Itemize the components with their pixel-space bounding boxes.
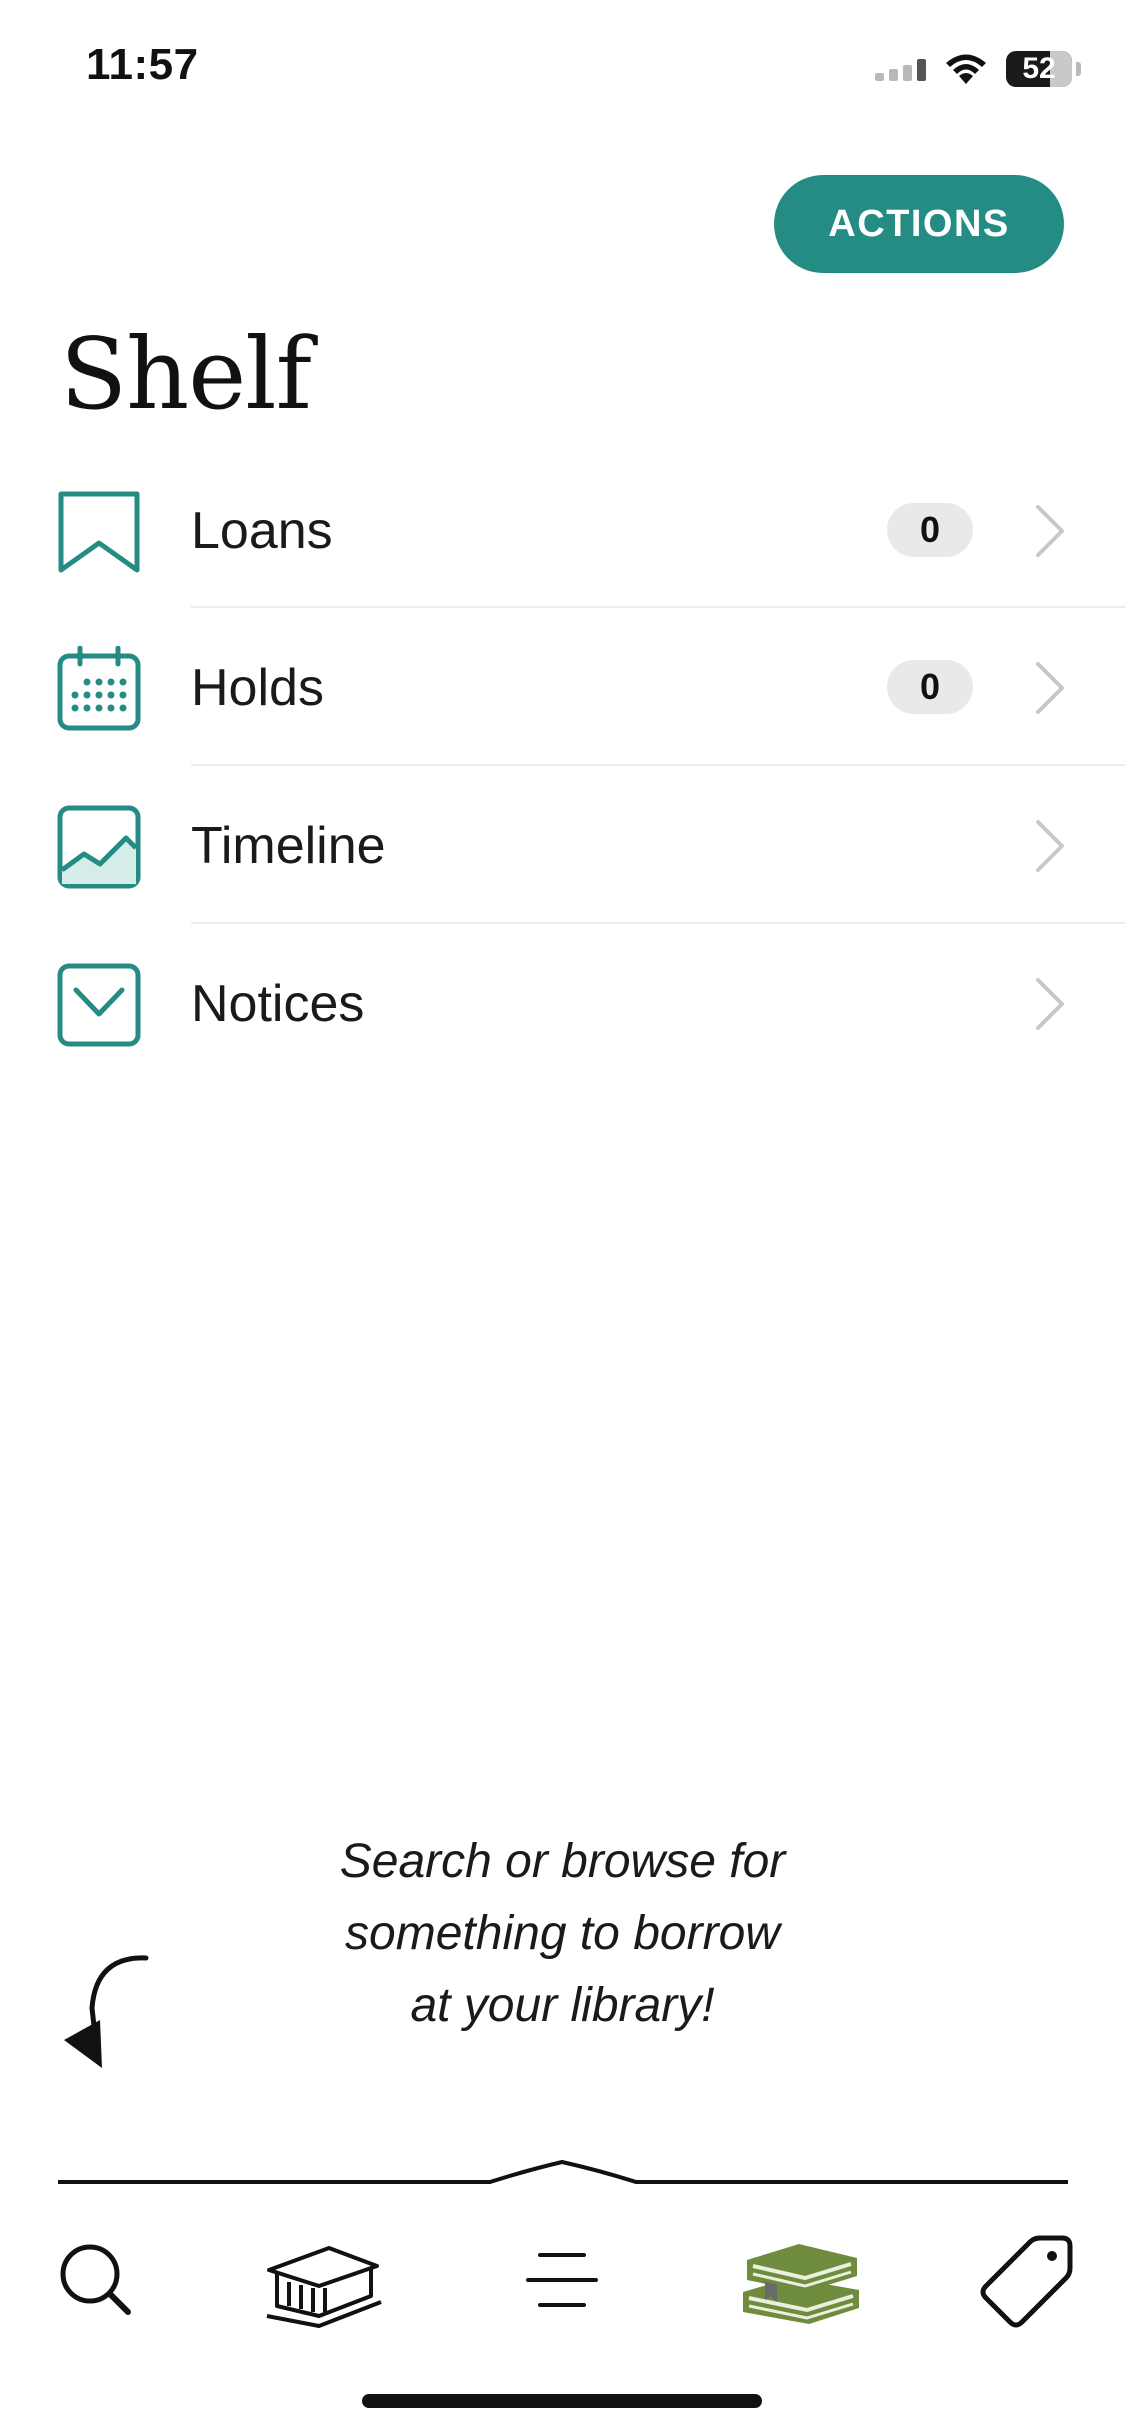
battery-icon: 52 bbox=[1006, 51, 1072, 87]
tab-search[interactable] bbox=[26, 2220, 166, 2340]
loans-count-badge: 0 bbox=[887, 503, 973, 557]
shelf-row-notices[interactable]: Notices bbox=[0, 924, 1125, 1081]
battery-cap bbox=[1076, 62, 1081, 76]
row-label-loans: Loans bbox=[191, 502, 333, 560]
chevron-right-icon bbox=[1036, 505, 1064, 557]
calendar-icon bbox=[57, 646, 141, 731]
library-icon bbox=[266, 2246, 382, 2328]
wifi-icon bbox=[946, 54, 986, 84]
home-indicator[interactable] bbox=[362, 2394, 762, 2408]
prompt-line: something to borrow bbox=[345, 1907, 780, 1960]
tab-tags[interactable] bbox=[958, 2220, 1098, 2340]
shelf-row-loans[interactable]: Loans 0 bbox=[0, 451, 1125, 608]
row-label-notices: Notices bbox=[191, 975, 365, 1033]
chevron-right-icon bbox=[1036, 978, 1064, 1030]
shelf-row-holds[interactable]: Holds 0 bbox=[0, 608, 1125, 765]
envelope-icon bbox=[57, 963, 141, 1047]
prompt-line: Search or browse for bbox=[339, 1835, 786, 1888]
tab-bar-divider bbox=[58, 2159, 1068, 2184]
status-icons: 52 bbox=[875, 46, 1081, 92]
tab-shelf[interactable] bbox=[730, 2220, 870, 2340]
status-time: 11:57 bbox=[86, 40, 199, 89]
curved-arrow-icon bbox=[64, 1955, 149, 2068]
battery-level: 52 bbox=[1022, 52, 1056, 85]
empty-shelf-prompt: Search or browse for something to borrow… bbox=[230, 1826, 895, 2042]
bookmark-icon bbox=[58, 491, 140, 573]
cellular-signal-icon bbox=[875, 57, 926, 81]
page-title: Shelf bbox=[60, 318, 312, 432]
tab-library[interactable] bbox=[254, 2220, 394, 2340]
tab-menu[interactable] bbox=[492, 2220, 632, 2340]
prompt-line: at your library! bbox=[410, 1979, 715, 2032]
chart-icon bbox=[57, 805, 141, 889]
books-icon bbox=[743, 2244, 859, 2324]
chevron-right-icon bbox=[1036, 820, 1064, 872]
row-label-timeline: Timeline bbox=[191, 817, 386, 875]
chevron-right-icon bbox=[1036, 662, 1064, 714]
search-icon bbox=[60, 2244, 131, 2315]
holds-count-badge: 0 bbox=[887, 660, 973, 714]
row-label-holds: Holds bbox=[191, 659, 324, 717]
tag-icon bbox=[980, 2235, 1073, 2328]
actions-button[interactable]: ACTIONS bbox=[774, 175, 1064, 273]
menu-icon bbox=[526, 2253, 598, 2307]
shelf-row-timeline[interactable]: Timeline bbox=[0, 766, 1125, 923]
